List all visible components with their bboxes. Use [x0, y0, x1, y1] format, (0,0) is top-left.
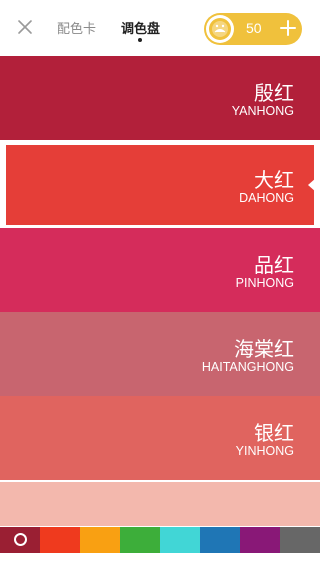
color-pinyin: HAITANGHONG — [201, 360, 294, 374]
color-name: 银红 — [254, 421, 294, 445]
color-row-partial[interactable] — [0, 482, 320, 526]
color-pinyin: DAHONG — [239, 191, 294, 205]
color-row-pinhong[interactable]: 品红 PINHONG — [0, 228, 320, 312]
color-name: 殷红 — [254, 81, 294, 105]
selected-ring-icon — [14, 533, 27, 546]
tab-palette[interactable]: 调色盘 — [121, 18, 160, 37]
coin-face-icon — [206, 15, 234, 43]
color-name: 品红 — [254, 253, 294, 277]
color-row-yinhong[interactable]: 银红 YINHONG — [0, 396, 320, 480]
swatch-orange-red[interactable] — [40, 527, 80, 553]
swatch-green[interactable] — [120, 527, 160, 553]
coin-count: 50 — [246, 20, 262, 36]
swatch-cyan[interactable] — [160, 527, 200, 553]
tab-color-cards[interactable]: 配色卡 — [57, 18, 96, 37]
active-tab-indicator — [138, 38, 142, 42]
color-family-bar — [0, 527, 320, 553]
color-row-haitanghong[interactable]: 海棠红 HAITANGHONG — [0, 312, 320, 396]
color-row-yanhong[interactable]: 殷红 YANHONG — [0, 56, 320, 140]
color-pinyin: YANHONG — [231, 104, 294, 118]
color-name: 大红 — [254, 168, 294, 192]
coin-balance-button[interactable]: 50 — [204, 13, 302, 45]
swatch-gray[interactable] — [280, 527, 320, 553]
color-pinyin: PINHONG — [235, 276, 294, 290]
swatch-purple[interactable] — [240, 527, 280, 553]
color-name: 海棠红 — [234, 337, 294, 361]
swatch-orange[interactable] — [80, 527, 120, 553]
color-row-dahong[interactable]: 大红 DAHONG — [4, 143, 316, 227]
close-button[interactable] — [14, 16, 36, 38]
close-icon — [18, 20, 32, 34]
color-list: 殷红 YANHONG 大红 DAHONG 品红 PINHONG 海棠红 HAIT… — [0, 56, 320, 526]
selection-pointer-icon — [308, 178, 316, 192]
plus-icon[interactable] — [276, 16, 300, 40]
color-pinyin: YINHONG — [235, 444, 294, 458]
swatch-red-family[interactable] — [0, 527, 40, 553]
swatch-blue[interactable] — [200, 527, 240, 553]
top-bar: 配色卡 调色盘 50 — [0, 0, 320, 56]
